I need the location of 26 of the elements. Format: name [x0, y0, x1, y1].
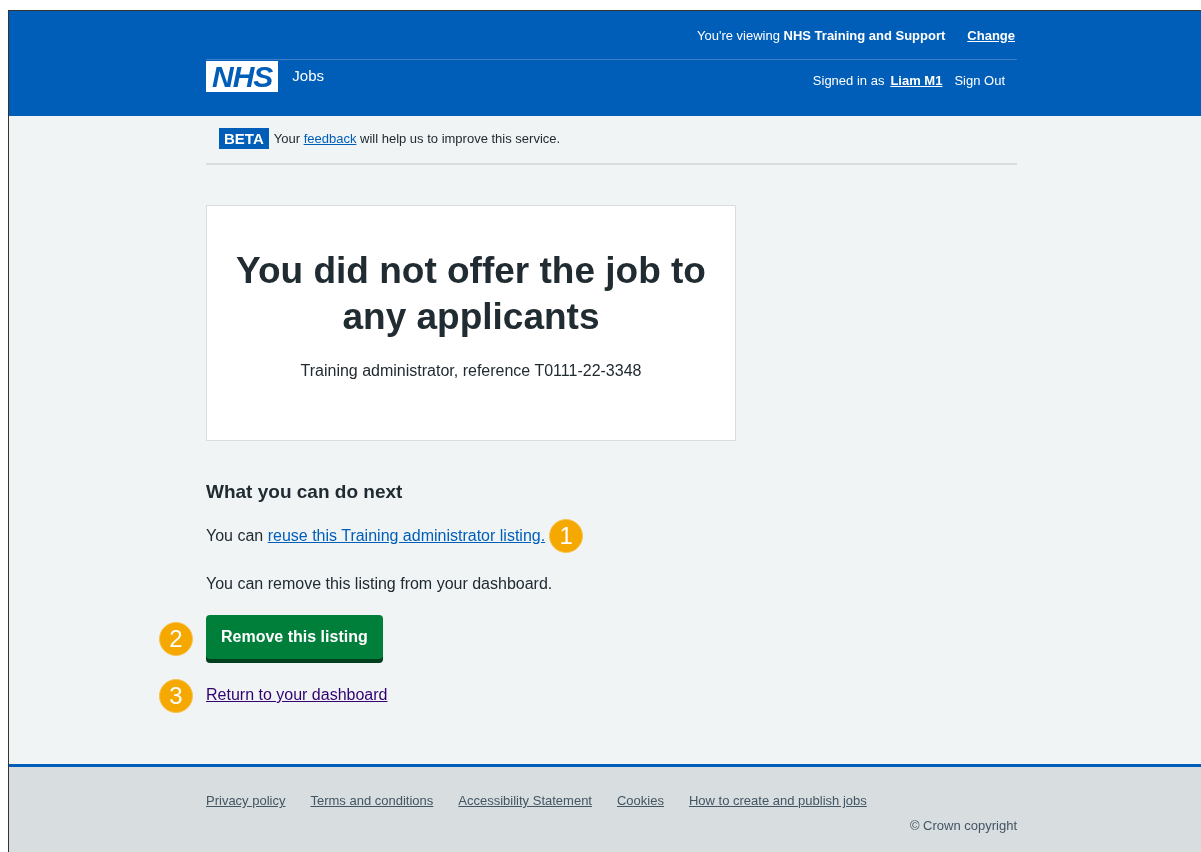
- feedback-message: Your feedback will help us to improve this service.: [273, 131, 561, 146]
- service-name: Jobs: [292, 67, 325, 84]
- nhs-logo[interactable]: NHS: [206, 61, 279, 92]
- footer-link[interactable]: How to create and publish jobs: [688, 793, 867, 808]
- beta-tag: BETA: [219, 128, 269, 149]
- footer-link[interactable]: Terms and conditions: [310, 793, 434, 808]
- footer-link[interactable]: Privacy policy: [206, 793, 286, 808]
- copyright-text: © Crown copyright: [908, 818, 1017, 833]
- footer-link[interactable]: Cookies: [617, 793, 664, 808]
- return-dashboard-link[interactable]: Return to your dashboard: [206, 686, 388, 703]
- callout-badge: 3: [159, 679, 193, 713]
- signed-in-text: Signed in as: [812, 73, 885, 88]
- remove-text: You can remove this listing from your dashboard.: [206, 575, 554, 593]
- callout-badge: 1: [549, 519, 584, 553]
- feedback-link[interactable]: feedback: [303, 131, 357, 146]
- user-link[interactable]: Liam M1: [890, 73, 943, 88]
- viewing-organisation-text: You're viewing NHS Training and Support: [697, 27, 946, 43]
- callout-badge: 2: [159, 622, 193, 656]
- panel-title: You did not offer the job to any applicants: [235, 249, 707, 339]
- change-link[interactable]: Change: [967, 27, 1015, 43]
- panel-subtitle: Training administrator, reference T0111-22-3348: [299, 362, 643, 380]
- sign-out-link[interactable]: Sign Out: [954, 73, 1005, 88]
- next-steps-heading: What you can do next: [206, 481, 404, 503]
- reuse-listing-link[interactable]: reuse this Training administrator listing.: [267, 527, 546, 544]
- reuse-text: You can reuse this Training administrator listing.: [206, 527, 546, 545]
- footer-link[interactable]: Accessibility Statement: [458, 793, 592, 808]
